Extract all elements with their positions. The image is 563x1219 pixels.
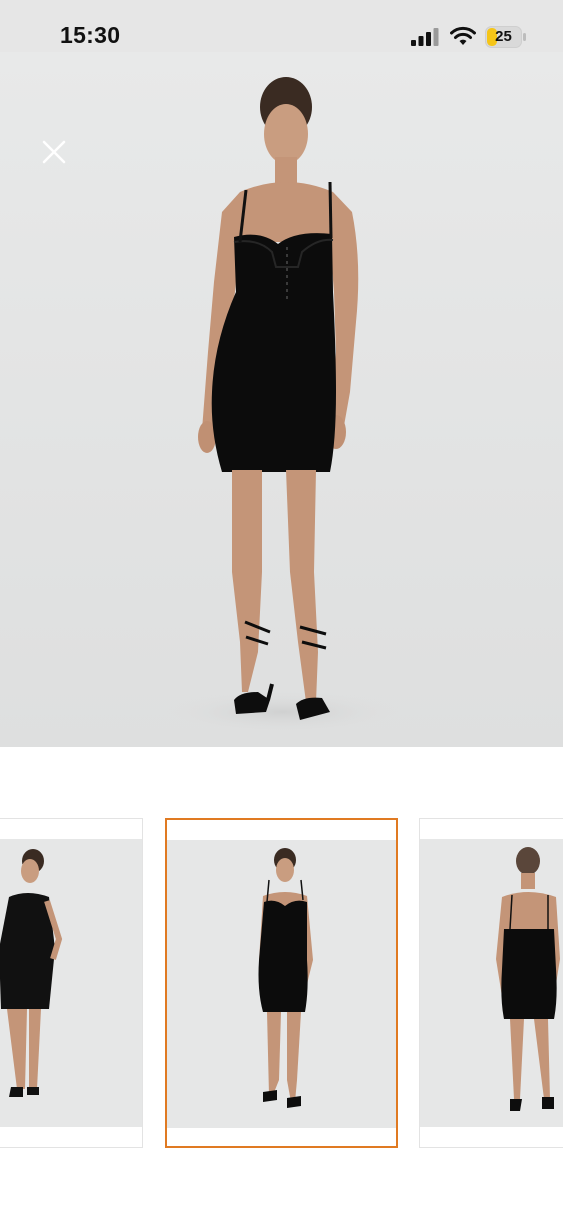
status-time: 15:30 <box>60 22 121 48</box>
thumbnail-side-view[interactable] <box>0 818 143 1148</box>
thumbnail-gallery <box>0 818 563 1150</box>
thumbnail-image <box>420 839 563 1127</box>
thumbnail-back-view[interactable] <box>419 818 563 1148</box>
model-photo-front <box>163 77 403 734</box>
wifi-icon <box>450 26 476 45</box>
product-image-viewer: 15:30 25 <box>0 0 563 1219</box>
thumbnail-image <box>167 840 396 1128</box>
thumbnail-image <box>0 839 142 1127</box>
main-product-image[interactable] <box>0 52 563 747</box>
thumbnail-front-view[interactable] <box>165 818 398 1148</box>
signal-icon <box>411 28 439 46</box>
status-bar: 15:30 25 <box>0 0 563 52</box>
close-icon[interactable] <box>36 134 72 170</box>
battery-level: 25 <box>495 28 512 45</box>
